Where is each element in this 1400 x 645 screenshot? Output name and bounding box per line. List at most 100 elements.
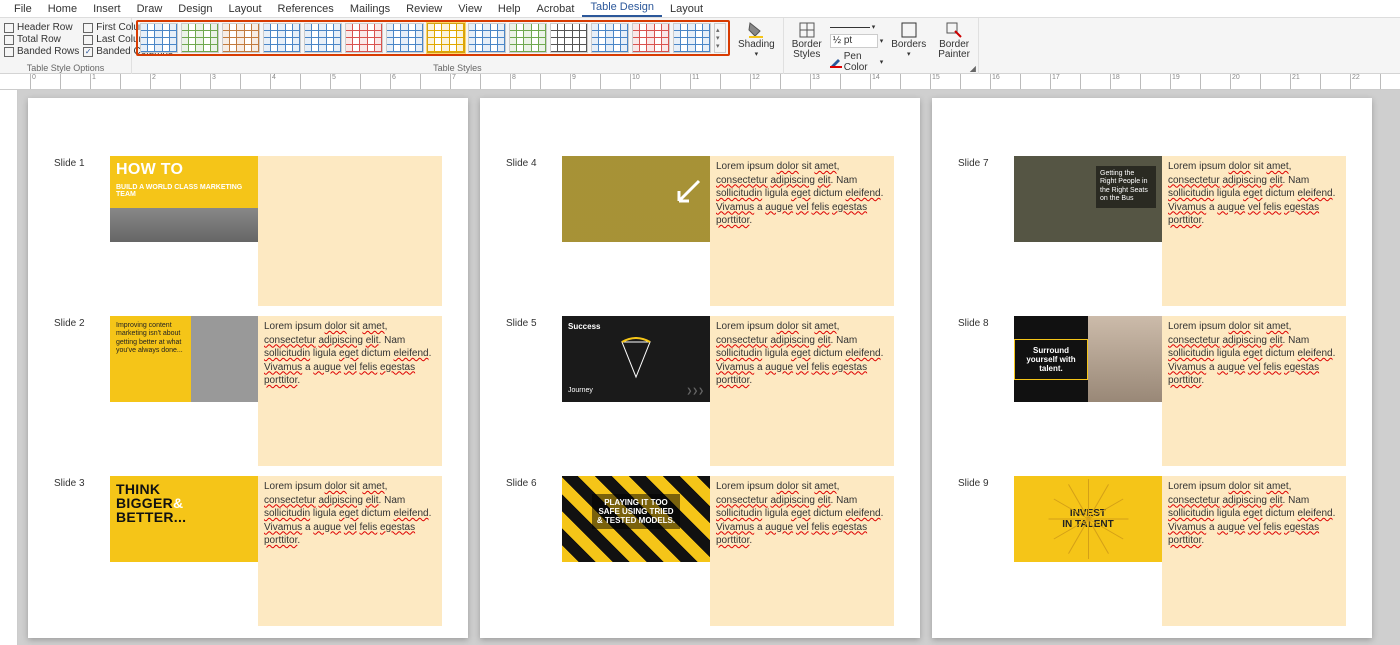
border-painter-label: Border Painter xyxy=(938,40,970,60)
tab-insert[interactable]: Insert xyxy=(85,1,129,17)
group-label-tso: Table Style Options xyxy=(4,63,127,74)
horizontal-ruler[interactable]: 012345678910111213141516171819202122 xyxy=(0,74,1400,90)
table-style-thumb[interactable] xyxy=(345,23,383,53)
table-style-thumb[interactable] xyxy=(509,23,547,53)
slide-label: Slide 6 xyxy=(506,476,562,626)
table-style-thumb[interactable] xyxy=(673,23,711,53)
table-row: Slide 8Surround yourself with talent.Lor… xyxy=(958,316,1346,466)
chk-banded-rows-label: Banded Rows xyxy=(17,46,79,57)
table-style-thumb[interactable] xyxy=(386,23,424,53)
slide-label: Slide 3 xyxy=(54,476,110,626)
table-row: Slide 3THINKBIGGER&BETTER...Lorem ipsum … xyxy=(54,476,442,626)
borders-label: Borders xyxy=(891,40,926,50)
pen-color-label: Pen Color xyxy=(844,51,878,73)
slide-notes-cell[interactable]: Lorem ipsum dolor sit amet, consectetur … xyxy=(710,316,894,466)
document-page: Slide 1HOW TOBUILD A WORLD CLASS MARKETI… xyxy=(28,98,468,638)
tab-table-design[interactable]: Table Design xyxy=(582,0,662,17)
tab-review[interactable]: Review xyxy=(398,1,450,17)
slide-label: Slide 4 xyxy=(506,156,562,306)
shading-icon xyxy=(747,21,765,39)
table-style-thumb[interactable] xyxy=(591,23,629,53)
chevron-down-icon: ▾ xyxy=(755,51,759,58)
shading-button[interactable]: Shading ▾ xyxy=(734,20,779,59)
table-style-thumb[interactable] xyxy=(181,23,219,53)
tab-layout[interactable]: Layout xyxy=(221,1,270,17)
table-row: Slide 7Getting the Right People in the R… xyxy=(958,156,1346,306)
tab-draw[interactable]: Draw xyxy=(129,1,171,17)
border-styles-button[interactable]: Border Styles xyxy=(788,20,826,61)
tab-home[interactable]: Home xyxy=(40,1,85,17)
tab-layout-2[interactable]: Layout xyxy=(662,1,711,17)
slide-notes-cell[interactable] xyxy=(258,156,442,306)
chk-header-row[interactable]: Header Row xyxy=(4,22,79,33)
slide-thumbnail[interactable]: Improving content marketing isn't about … xyxy=(110,316,258,402)
border-styles-label: Border Styles xyxy=(792,40,822,60)
slide-thumbnail[interactable] xyxy=(562,156,710,242)
tab-mailings[interactable]: Mailings xyxy=(342,1,398,17)
borders-icon xyxy=(900,21,918,39)
border-styles-icon xyxy=(798,21,816,39)
table-style-thumb[interactable] xyxy=(468,23,506,53)
slide-thumbnail[interactable]: INVESTIN TALENT xyxy=(1014,476,1162,562)
border-weight[interactable]: ½ pt▾ xyxy=(830,33,884,49)
chk-banded-rows[interactable]: Banded Rows xyxy=(4,46,79,57)
slide-thumbnail[interactable]: Surround yourself with talent. xyxy=(1014,316,1162,402)
vertical-ruler[interactable] xyxy=(0,90,18,645)
slide-label: Slide 5 xyxy=(506,316,562,466)
tab-references[interactable]: References xyxy=(270,1,342,17)
table-row: Slide 4 Lorem ipsum dolor sit amet, conse… xyxy=(506,156,894,306)
table-style-thumb[interactable] xyxy=(140,23,178,53)
document-workspace[interactable]: Slide 1HOW TOBUILD A WORLD CLASS MARKETI… xyxy=(0,90,1400,645)
table-row: Slide 2Improving content marketing isn't… xyxy=(54,316,442,466)
document-page: Slide 4 Lorem ipsum dolor sit amet, conse… xyxy=(480,98,920,638)
slide-label: Slide 2 xyxy=(54,316,110,466)
slide-notes-cell[interactable]: Lorem ipsum dolor sit amet, consectetur … xyxy=(1162,316,1346,466)
tab-acrobat[interactable]: Acrobat xyxy=(529,1,583,17)
ribbon: Header Row Total Row Banded Rows First C… xyxy=(0,18,1400,74)
slide-label: Slide 9 xyxy=(958,476,1014,626)
table-row: Slide 1HOW TOBUILD A WORLD CLASS MARKETI… xyxy=(54,156,442,306)
slide-label: Slide 7 xyxy=(958,156,1014,306)
chk-header-row-label: Header Row xyxy=(17,22,73,33)
slide-notes-cell[interactable]: Lorem ipsum dolor sit amet, consectetur … xyxy=(258,476,442,626)
border-painter-icon xyxy=(945,21,963,39)
table-style-thumb[interactable] xyxy=(427,23,465,53)
slide-notes-cell[interactable]: Lorem ipsum dolor sit amet, consectetur … xyxy=(710,156,894,306)
slide-notes-cell[interactable]: Lorem ipsum dolor sit amet, consectetur … xyxy=(258,316,442,466)
document-page: Slide 7Getting the Right People in the R… xyxy=(932,98,1372,638)
group-table-style-options: Header Row Total Row Banded Rows First C… xyxy=(0,18,132,74)
slide-thumbnail[interactable]: THINKBIGGER&BETTER... xyxy=(110,476,258,562)
slide-notes-cell[interactable]: Lorem ipsum dolor sit amet, consectetur … xyxy=(1162,476,1346,626)
slide-thumbnail[interactable]: PLAYING IT TOO SAFE USING TRIED & TESTED… xyxy=(562,476,710,562)
styles-more-button[interactable]: ▴▾▾ xyxy=(714,23,726,53)
slide-thumbnail[interactable]: SuccessJourney❯❯❯ xyxy=(562,316,710,402)
table-row: Slide 9INVESTIN TALENTLorem ipsum dolor … xyxy=(958,476,1346,626)
borders-button[interactable]: Borders ▾ xyxy=(887,20,930,59)
table-style-thumb[interactable] xyxy=(263,23,301,53)
group-borders: Border Styles ▾ ½ pt▾ Pen Color▾ Borders… xyxy=(784,18,979,74)
slide-notes-cell[interactable]: Lorem ipsum dolor sit amet, consectetur … xyxy=(710,476,894,626)
pen-color-button[interactable]: Pen Color▾ xyxy=(830,50,884,74)
border-line-style[interactable]: ▾ xyxy=(830,22,884,32)
slide-thumbnail[interactable]: HOW TOBUILD A WORLD CLASS MARKETING TEAM xyxy=(110,156,258,242)
tab-help[interactable]: Help xyxy=(490,1,529,17)
group-table-styles: ▴▾▾ Shading ▾ Table Styles xyxy=(132,18,784,74)
border-painter-button[interactable]: Border Painter xyxy=(934,20,974,61)
ribbon-tabs: File Home Insert Draw Design Layout Refe… xyxy=(0,0,1400,18)
tab-file[interactable]: File xyxy=(6,1,40,17)
table-style-thumb[interactable] xyxy=(304,23,342,53)
tab-view[interactable]: View xyxy=(450,1,490,17)
slide-notes-cell[interactable]: Lorem ipsum dolor sit amet, consectetur … xyxy=(1162,156,1346,306)
group-label-styles: Table Styles xyxy=(136,63,779,74)
chk-total-row[interactable]: Total Row xyxy=(4,34,79,45)
slide-thumbnail[interactable]: Getting the Right People in the Right Se… xyxy=(1014,156,1162,242)
shading-label: Shading xyxy=(738,40,775,50)
table-style-thumb[interactable] xyxy=(222,23,260,53)
slide-label: Slide 1 xyxy=(54,156,110,306)
table-style-thumb[interactable] xyxy=(632,23,670,53)
pen-color-icon xyxy=(830,56,842,68)
table-style-thumb[interactable] xyxy=(550,23,588,53)
chk-total-row-label: Total Row xyxy=(17,34,61,45)
borders-dialog-launcher[interactable]: ◢ xyxy=(970,64,976,73)
tab-design[interactable]: Design xyxy=(170,1,220,17)
